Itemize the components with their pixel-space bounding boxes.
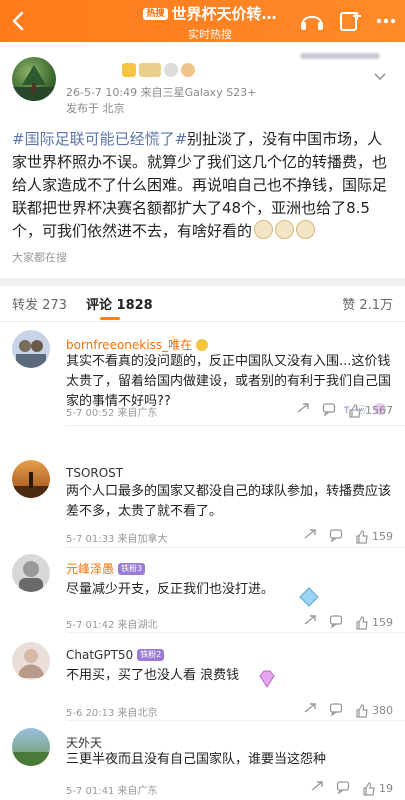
comment-item: 天外天 三更半夜而且没有自己国家队，谁要当这怨种 5-7 01:41 来自广东 …: [0, 728, 405, 800]
share-icon[interactable]: [303, 614, 317, 631]
comment-actions: 159: [303, 528, 393, 545]
fan-level-badge: 铁粉2: [137, 649, 165, 661]
like-count: 159: [372, 616, 393, 629]
comment-meta: 5-6 20:13 来自北京: [66, 708, 158, 719]
comment-author[interactable]: 天外天: [66, 734, 102, 751]
post-location: 发布于 北京: [66, 102, 125, 115]
diamond-sticker-icon: [298, 586, 320, 608]
fan-icon: [181, 63, 195, 77]
gem-sticker-icon: [256, 668, 278, 690]
tab-likes[interactable]: 赞 2.1万: [342, 294, 393, 313]
panda-icon: [164, 63, 178, 77]
like-count: 159: [372, 530, 393, 543]
comment-actions: 19: [310, 780, 393, 797]
tab-bar: 转发 273 评论 1828 赞 2.1万: [0, 286, 405, 322]
thumbs-up-icon: [363, 781, 375, 796]
level-badge-icon: [139, 63, 161, 77]
thumbs-up-icon: [356, 529, 368, 544]
title-box[interactable]: 热搜 世界杯天价转… 实时热搜: [125, 3, 295, 42]
comment-divider: [66, 425, 405, 426]
avatar[interactable]: [12, 728, 50, 766]
comment-item: TSOROST 两个人口最多的国家又都没自己的球队参加，转播费应该差不多，太贵了…: [0, 460, 405, 548]
comment-meta: 5-7 01:41 来自广东: [66, 786, 158, 797]
comment-actions: 159: [303, 614, 393, 631]
avatar[interactable]: [12, 57, 56, 101]
comment-author[interactable]: ChatGPT50 铁粉2: [66, 648, 165, 662]
reply-icon[interactable]: [329, 702, 343, 719]
like-button[interactable]: 380: [355, 703, 393, 718]
cat-emoji-icon: [275, 220, 295, 239]
tab-comments[interactable]: 评论 1828: [86, 294, 153, 313]
cat-emoji-icon: [254, 220, 274, 239]
section-divider: [0, 278, 405, 286]
comment-item: 元峰泽愚 铁粉3 尽量减少开支，反正我们也没打进。 5-7 01:42 来自湖北…: [0, 554, 405, 633]
comment-text: 两个人口最多的国家又都没自己的球队参加，转播费应该差不多，太贵了就不看了。: [66, 484, 392, 519]
fan-level-badge: 铁粉3: [118, 562, 146, 575]
avatar[interactable]: [12, 554, 50, 592]
thumbs-up-icon: [356, 703, 368, 718]
vip-badge-icon: [122, 63, 136, 77]
comment-author[interactable]: TSOROST: [66, 466, 123, 480]
like-button[interactable]: 159: [355, 529, 393, 544]
like-button[interactable]: 159: [355, 615, 393, 630]
comment-item: bornfreeonekiss_唯在 其实不看真的没问题的，反正中国队又没有入围…: [0, 330, 405, 426]
share-icon[interactable]: [296, 402, 310, 419]
avatar[interactable]: [12, 330, 50, 368]
tab-repost[interactable]: 转发 273: [12, 294, 67, 313]
comment-author[interactable]: 元峰泽愚 铁粉3: [66, 560, 146, 577]
more-icon[interactable]: [373, 9, 399, 33]
share-icon[interactable]: [303, 528, 317, 545]
comment-meta: 5-7 01:42 来自湖北: [66, 620, 158, 631]
like-count: 380: [372, 704, 393, 717]
chevron-down-icon[interactable]: [373, 67, 387, 81]
user-badges: [122, 63, 195, 77]
like-button[interactable]: 19: [362, 781, 393, 796]
comment-actions: 1567: [296, 402, 393, 419]
post-meta: 26-5-7 10:49 来自三星Galaxy S23+: [66, 86, 257, 99]
page-subtitle: 实时热搜: [188, 28, 232, 41]
comment-item: ChatGPT50 铁粉2 不用买，买了也没人看 浪费钱 5-6 20:13 来…: [0, 642, 405, 721]
reply-icon[interactable]: [322, 402, 336, 419]
tab-divider: [0, 321, 405, 322]
comment-text: 不用买，买了也没人看 浪费钱: [66, 668, 240, 683]
listen-button[interactable]: [297, 6, 327, 36]
reply-icon[interactable]: [336, 780, 350, 797]
everyone-searching-label: 大家都在搜: [12, 251, 67, 264]
top-bar: 热搜 世界杯天价转… 实时热搜: [0, 0, 405, 42]
reply-icon[interactable]: [329, 528, 343, 545]
comment-actions: 380: [303, 702, 393, 719]
cat-emoji-icon: [296, 220, 316, 239]
comment-divider: [66, 547, 405, 548]
post-card: 26-5-7 10:49 来自三星Galaxy S23+ 发布于 北京 #国际足…: [0, 42, 405, 278]
post-content: #国际足联可能已经慌了#别扯淡了，没有中国市场，人家世界杯照办不误。就算少了我们…: [12, 128, 395, 243]
like-count: 1567: [365, 404, 393, 417]
like-count: 19: [379, 782, 393, 795]
back-icon[interactable]: [6, 8, 32, 34]
hashtag-link[interactable]: #国际足联可能已经慌了#: [12, 130, 187, 148]
add-icon[interactable]: [335, 6, 365, 36]
comment-divider: [66, 720, 405, 721]
reply-icon[interactable]: [329, 614, 343, 631]
avatar[interactable]: [12, 460, 50, 498]
comment-divider: [66, 632, 405, 633]
share-icon[interactable]: [310, 780, 324, 797]
comment-meta: 5-7 00:52 来自广东: [66, 408, 158, 419]
comment-meta: 5-7 01:33 来自加拿大: [66, 534, 168, 545]
avatar[interactable]: [12, 642, 50, 680]
hot-search-badge: 热搜: [143, 7, 168, 20]
active-tab-indicator: [100, 317, 120, 320]
thumbs-up-icon: [356, 615, 368, 630]
like-button[interactable]: 1567: [348, 403, 393, 418]
comment-text: 三更半夜而且没有自己国家队，谁要当这怨种: [66, 752, 327, 767]
comment-author[interactable]: bornfreeonekiss_唯在: [66, 336, 209, 353]
crown-icon: [196, 338, 209, 351]
page-title: 世界杯天价转…: [171, 5, 277, 23]
share-icon[interactable]: [303, 702, 317, 719]
comment-text: 尽量减少开支，反正我们也没打进。: [66, 582, 275, 597]
thumbs-up-icon: [349, 403, 361, 418]
blurred-username: [300, 53, 380, 59]
